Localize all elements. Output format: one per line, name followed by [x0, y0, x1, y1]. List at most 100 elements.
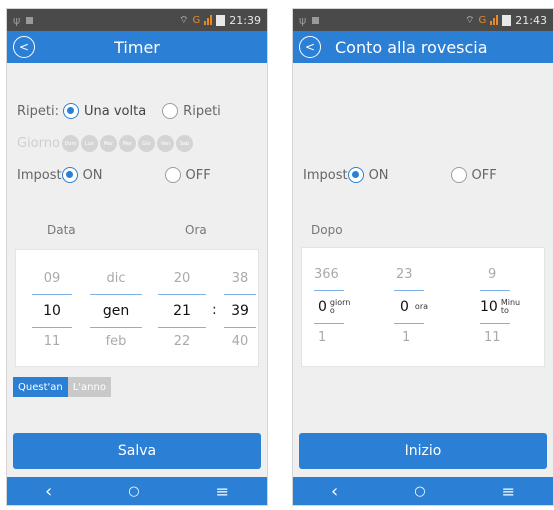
countdown-screen: ψ ⌔ G 21:43 < Conto alla rovescia Impost… [292, 8, 554, 506]
after-label: Dopo [311, 223, 343, 237]
nav-menu-icon[interactable]: ≡ [502, 482, 515, 501]
timer-content: Ripeti: Una volta Ripeti Giorno Dom Lun … [7, 63, 267, 477]
repeat-repeat-radio[interactable] [162, 103, 179, 119]
days-unit: giorn o [329, 298, 351, 315]
month-current: gen [102, 303, 130, 319]
minute-wheel[interactable]: 38 39 40 [222, 262, 258, 354]
month-prev: dic [106, 270, 126, 286]
minutes-next: 11 [484, 329, 501, 345]
usb-icon: ψ [299, 13, 307, 27]
day-chip-mon[interactable]: Lun [80, 135, 98, 152]
hours-unit: ora [414, 302, 429, 311]
minutes-current: 10 [480, 299, 498, 315]
clock: 21:43 [515, 13, 547, 27]
navigation-bar: ‹ ○ ≡ [7, 477, 267, 505]
carrier-label: G [192, 14, 201, 26]
hours-current: 0 [400, 299, 409, 315]
days-row: Giorno Dom Lun Mar Mer Gio Ven Sab [17, 135, 259, 152]
hours-next: 1 [402, 329, 411, 345]
page-title: Conto alla rovescia [335, 37, 488, 57]
minutes-wheel[interactable]: 9 10 Minu to 11 [474, 258, 540, 350]
nav-home-icon[interactable]: ○ [414, 484, 425, 499]
minutes-unit: Minu to [500, 298, 521, 315]
countdown-content: Impost ON OFF Dopo 366 0 giorn o 1 23 0 … [293, 63, 553, 477]
hours-prev: 23 [396, 266, 413, 282]
year-selector: Quest'an L'anno [13, 377, 111, 397]
minutes-current-row: 10 Minu to [474, 291, 540, 323]
this-year-button[interactable]: Quest'an [13, 377, 68, 397]
day-prev: 09 [43, 270, 61, 286]
hours-wheel[interactable]: 23 0 ora 1 [388, 258, 454, 350]
battery-icon [502, 14, 512, 26]
page-title: Timer [114, 37, 160, 57]
back-arrow-icon[interactable]: < [299, 36, 321, 58]
next-year-button[interactable]: L'anno [67, 377, 111, 397]
minute-prev: 38 [231, 270, 249, 286]
repeat-label: Ripeti: [17, 103, 59, 119]
countdown-picker: 366 0 giorn o 1 23 0 ora 1 9 10 Minu to … [301, 247, 545, 367]
days-prev: 366 [314, 266, 339, 282]
days-current: 0 [318, 299, 327, 315]
day-chip-thu[interactable]: Gio [137, 135, 155, 152]
signal-icon [490, 15, 499, 25]
impost-row: Impost ON OFF [303, 167, 545, 183]
usb-icon: ψ [13, 13, 21, 27]
date-header: Data [47, 223, 76, 237]
hour-next: 22 [173, 333, 191, 349]
wifi-icon: ⌔ [179, 14, 189, 26]
navigation-bar: ‹ ○ ≡ [293, 477, 553, 505]
day-chip-wed[interactable]: Mer [118, 135, 136, 152]
off-radio[interactable] [164, 167, 181, 183]
repeat-once-label: Una volta [83, 103, 147, 119]
day-chip-tue[interactable]: Mar [99, 135, 117, 152]
hour-prev: 20 [173, 270, 191, 286]
carrier-label: G [478, 14, 487, 26]
hour-wheel[interactable]: 20 21 22 [156, 262, 208, 354]
day-chip-sat[interactable]: Sab [175, 135, 193, 152]
days-current-row: 0 giorn o [308, 291, 374, 323]
time-separator: : [212, 302, 217, 318]
datetime-picker: 09 10 11 dic gen feb 20 21 22 : 38 39 40 [15, 249, 259, 367]
month-wheel[interactable]: dic gen feb [88, 262, 144, 354]
on-radio[interactable] [61, 167, 78, 183]
nav-back-icon[interactable]: ‹ [331, 481, 338, 502]
on-label: ON [368, 167, 389, 183]
day-label: Giorno [17, 136, 60, 151]
timer-screen: ψ ⌔ G 21:39 < Timer Ripeti: Una volta Ri… [6, 8, 268, 506]
notification-icon [312, 16, 320, 24]
on-radio[interactable] [347, 167, 364, 183]
days-wheel[interactable]: 366 0 giorn o 1 [308, 258, 374, 350]
repeat-repeat-label: Ripeti [183, 103, 221, 119]
on-label: ON [82, 167, 103, 183]
battery-icon [216, 14, 226, 26]
nav-home-icon[interactable]: ○ [128, 484, 139, 499]
minute-next: 40 [231, 333, 249, 349]
off-label: OFF [471, 167, 497, 183]
save-button[interactable]: Salva [13, 433, 261, 469]
repeat-once-radio[interactable] [62, 103, 79, 119]
time-header: Ora [185, 223, 207, 237]
day-chip-fri[interactable]: Ven [156, 135, 174, 152]
month-next: feb [105, 333, 127, 349]
off-radio[interactable] [450, 167, 467, 183]
status-bar: ψ ⌔ G 21:43 [293, 9, 553, 31]
day-wheel[interactable]: 09 10 11 [30, 262, 74, 354]
minutes-prev: 9 [488, 266, 497, 282]
day-chip-sun[interactable]: Dom [61, 135, 79, 152]
day-current: 10 [43, 303, 61, 319]
signal-icon [204, 15, 213, 25]
wifi-icon: ⌔ [465, 14, 475, 26]
off-label: OFF [185, 167, 211, 183]
app-bar: < Conto alla rovescia [293, 31, 553, 63]
impost-row: Impost ON OFF [17, 167, 259, 183]
clock: 21:39 [229, 13, 261, 27]
days-next: 1 [318, 329, 327, 345]
notification-icon [26, 16, 34, 24]
nav-back-icon[interactable]: ‹ [45, 481, 52, 502]
nav-menu-icon[interactable]: ≡ [216, 482, 229, 501]
start-button[interactable]: Inizio [299, 433, 547, 469]
impost-label: Impost [17, 167, 62, 183]
minute-current: 39 [231, 303, 249, 319]
status-bar: ψ ⌔ G 21:39 [7, 9, 267, 31]
back-arrow-icon[interactable]: < [13, 36, 35, 58]
